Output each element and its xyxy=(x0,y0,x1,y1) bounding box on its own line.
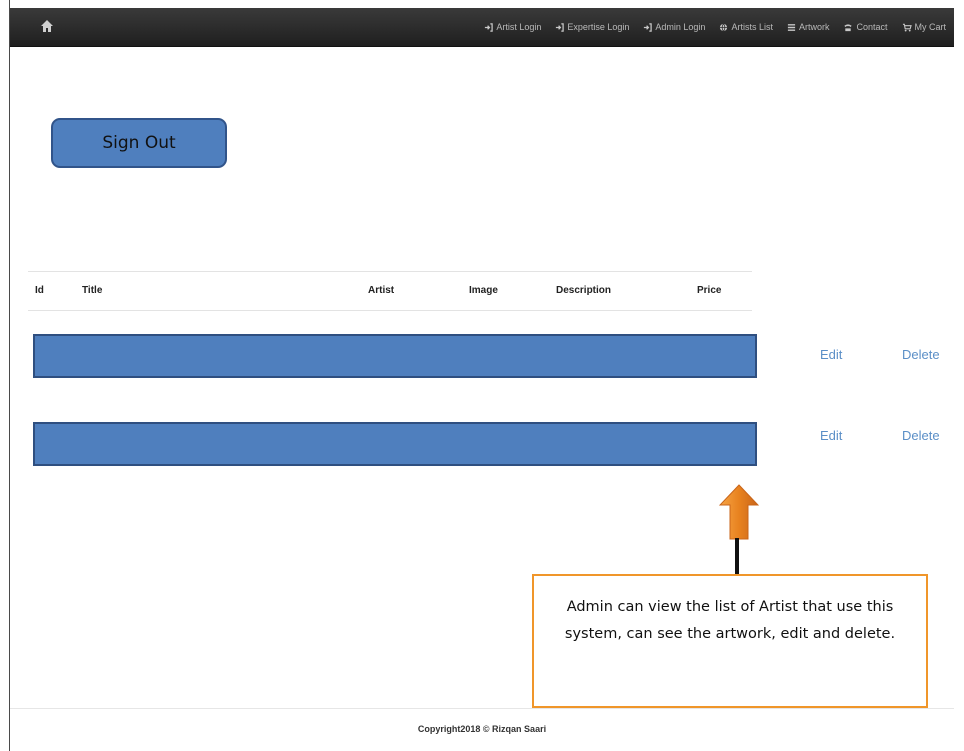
up-arrow-icon xyxy=(719,484,759,540)
header-image: Image xyxy=(469,285,498,296)
nav-item-label: Admin Login xyxy=(655,22,706,32)
header-artist: Artist xyxy=(368,285,395,296)
footer-divider xyxy=(10,708,954,709)
delete-link[interactable]: Delete xyxy=(902,428,940,443)
edit-link[interactable]: Edit xyxy=(820,347,842,362)
nav-item-expertise-login[interactable]: Expertise Login xyxy=(555,22,629,32)
nav-item-admin-login[interactable]: Admin Login xyxy=(643,22,705,32)
callout-note: Admin can view the list of Artist that u… xyxy=(532,574,928,708)
nav-item-label: Artists List xyxy=(731,22,773,32)
header-title: Title xyxy=(82,285,103,296)
top-navbar: Artist Login Expertise Login Admin Login… xyxy=(10,8,954,47)
nav-item-label: Contact xyxy=(856,22,888,32)
nav-menu: Artist Login Expertise Login Admin Login… xyxy=(470,8,946,46)
frame-border xyxy=(9,0,10,751)
nav-item-label: Artist Login xyxy=(496,22,542,32)
table-header: Id Title Artist Image Description Price xyxy=(28,271,752,311)
nav-item-label: Artwork xyxy=(798,22,830,32)
nav-item-label: My Cart xyxy=(914,22,947,32)
delete-link[interactable]: Delete xyxy=(902,347,940,362)
edit-link[interactable]: Edit xyxy=(820,428,842,443)
globe-icon xyxy=(720,23,728,32)
header-price: Price xyxy=(697,285,722,296)
list-icon xyxy=(787,23,796,31)
nav-item-artists-list[interactable]: Artists List xyxy=(719,22,773,32)
cart-icon xyxy=(902,23,912,32)
header-description: Description xyxy=(556,285,612,296)
nav-item-artwork[interactable]: Artwork xyxy=(787,22,830,32)
nav-item-my-cart[interactable]: My Cart xyxy=(902,22,947,32)
login-icon xyxy=(644,22,653,32)
login-icon xyxy=(556,22,565,32)
header-id: Id xyxy=(35,285,44,296)
phone-icon xyxy=(844,23,853,31)
home-icon[interactable] xyxy=(40,19,54,33)
login-icon xyxy=(485,22,494,32)
table-row xyxy=(33,334,757,378)
sign-out-button[interactable]: Sign Out xyxy=(51,118,227,168)
footer-copyright: Copyright2018 © Rizqan Saari xyxy=(417,724,547,734)
nav-item-contact[interactable]: Contact xyxy=(843,22,888,32)
nav-item-label: Expertise Login xyxy=(567,22,630,32)
nav-item-artist-login[interactable]: Artist Login xyxy=(484,22,541,32)
table-row xyxy=(33,422,757,466)
